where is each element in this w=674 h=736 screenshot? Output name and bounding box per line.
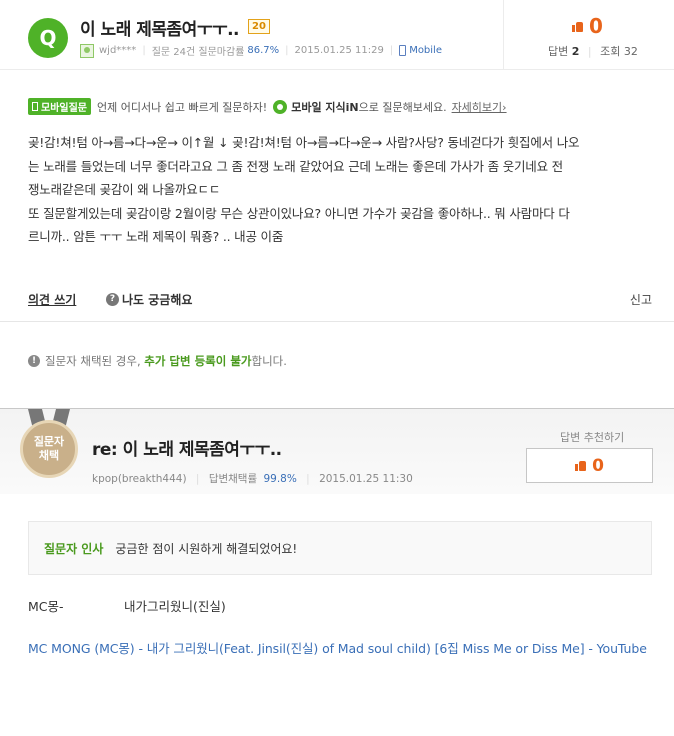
recommend-answer-button[interactable]: 0 [526, 448, 653, 483]
medal-line-2: 채택 [38, 449, 60, 462]
question-header: Q 이 노래 제목좀여ㅜㅜ.. 20 wjd**** | 질문 24건 질문마감… [0, 0, 674, 70]
mobile-question-chip: 모바일질문 [28, 98, 91, 115]
thanks-message: 궁금한 점이 시원하게 해결되었어요! [115, 541, 298, 556]
answer-title: re: 이 노래 제목좀여ㅜㅜ.. [92, 440, 282, 460]
question-author[interactable]: wjd**** [99, 45, 136, 56]
divider: | [587, 45, 592, 58]
question-stats: 0 답변 2 | 조회 32 [503, 0, 674, 70]
views-count: 32 [623, 45, 638, 58]
recommend-count: 0 [592, 455, 604, 476]
answer-view-counts: 답변 2 | 조회 32 [548, 43, 638, 59]
avatar-icon [80, 43, 94, 58]
question-body-line: 또 질문할게있는데 곶감이랑 2월이랑 무슨 상관이있나요? 아니면 가수가 곶… [28, 205, 570, 221]
adopt-rate-label: 답변채택률 [208, 473, 258, 485]
thumbs-up-icon [572, 21, 583, 32]
like-count: 0 [589, 14, 603, 38]
mobile-icon [399, 45, 407, 56]
thumbs-up-icon [575, 460, 587, 471]
divider: | [389, 45, 394, 56]
mobile-banner-text: 언제 어디서나 쉽고 빠르게 질문하자! [97, 100, 268, 114]
divider: | [285, 45, 289, 56]
mobile-app-suffix: 으로 질문해보세요. [358, 100, 447, 114]
answer-artist: MC몽- [28, 599, 64, 614]
notice-prefix: 질문자 채택된 경우, [45, 354, 141, 368]
question-actions: 의견 쓰기 ? 나도 궁금해요 신고 [0, 288, 674, 322]
answers-count: 2 [571, 45, 580, 58]
answer-song: 내가그리웠니(진실) [124, 599, 226, 614]
youtube-link[interactable]: MC MONG (MC몽) - 내가 그리웠니(Feat. Jinsil(진실)… [28, 638, 658, 660]
adoption-notice: ! 질문자 채택된 경우, 추가 답변 등록이 불가 합니다. [28, 353, 287, 369]
question-badge: Q [28, 18, 68, 58]
question-title: 이 노래 제목좀여ㅜㅜ.. [80, 20, 240, 40]
write-opinion-link[interactable]: 의견 쓰기 [28, 291, 76, 308]
close-rate: 86.7% [247, 45, 280, 56]
question-mark-icon: ? [106, 293, 119, 306]
answer-header: 질문자 채택 re: 이 노래 제목좀여ㅜㅜ.. kpop(breakth444… [0, 408, 674, 494]
me-too-curious-button[interactable]: ? 나도 궁금해요 [106, 291, 192, 308]
report-link[interactable]: 신고 [630, 291, 652, 308]
mobile-app-name: 모바일 지식iN [291, 100, 359, 114]
like-counter[interactable]: 0 [572, 14, 603, 38]
question-meta: wjd**** | 질문 24건 질문마감률 86.7% | 2015.01.2… [80, 43, 442, 58]
answer-date: 2015.01.25 11:30 [319, 473, 413, 485]
divider: | [195, 473, 200, 485]
answers-label: 답변 [548, 45, 569, 58]
question-body-line: 곶!감!쳐!텀 아→름→다→운→ 이↑웥 ↓ 곶!감!쳐!텀 아→름→다→운→ … [28, 135, 580, 150]
adopted-medal-icon: 질문자 채택 [20, 420, 78, 478]
more-details-link[interactable]: 자세히보기› [452, 99, 507, 115]
mobile-icon [32, 102, 38, 111]
device-label: Mobile [409, 45, 442, 56]
points-badge: 20 [248, 19, 270, 34]
me-too-curious-label: 나도 궁금해요 [122, 293, 193, 307]
question-date: 2015.01.25 11:29 [294, 45, 384, 56]
notice-suffix: 합니다. [251, 354, 287, 368]
mobile-chip-label: 모바일질문 [41, 103, 87, 114]
question-body: 곶!감!쳐!텀 아→름→다→운→ 이↑웥 ↓ 곶!감!쳐!텀 아→름→다→운→ … [28, 131, 648, 249]
info-icon: ! [28, 355, 40, 367]
adopt-rate: 99.8% [263, 473, 297, 485]
kin-app-icon [273, 99, 288, 114]
mobile-banner: 모바일질문 언제 어디서나 쉽고 빠르게 질문하자! 모바일 지식iN 으로 질… [28, 98, 507, 115]
recommend-label: 답변 추천하기 [560, 431, 625, 444]
questioner-thanks-box: 질문자 인사 궁금한 점이 시원하게 해결되었어요! [28, 521, 652, 575]
divider: | [306, 473, 310, 485]
thanks-label: 질문자 인사 [44, 541, 104, 556]
answer-author[interactable]: kpop(breakth444) [92, 473, 187, 485]
answer-meta: kpop(breakth444) | 답변채택률 99.8% | 2015.01… [92, 471, 413, 486]
divider: | [142, 45, 146, 56]
notice-strong: 추가 답변 등록이 불가 [144, 354, 252, 368]
answer-song-line: MC몽- 내가그리웠니(진실) [28, 596, 226, 615]
question-body-line: 르니까.. 암튼 ㅜㅜ 노래 제목이 뭐죵? .. 내공 이줌 [28, 229, 284, 244]
medal-line-1: 질문자 [33, 435, 65, 448]
views-label: 조회 [600, 45, 621, 58]
close-rate-label: 질문마감률 [198, 47, 245, 58]
question-body-line: 는 노래를 들었는데 너무 좋더라고요 그 좀 전쟁 노래 같았어요 근데 노래… [28, 158, 563, 174]
question-body-line: 쟁노래같은데 곶감이 왜 나올까요ㄷㄷ [28, 182, 221, 197]
question-count: 질문 24건 [151, 47, 196, 58]
